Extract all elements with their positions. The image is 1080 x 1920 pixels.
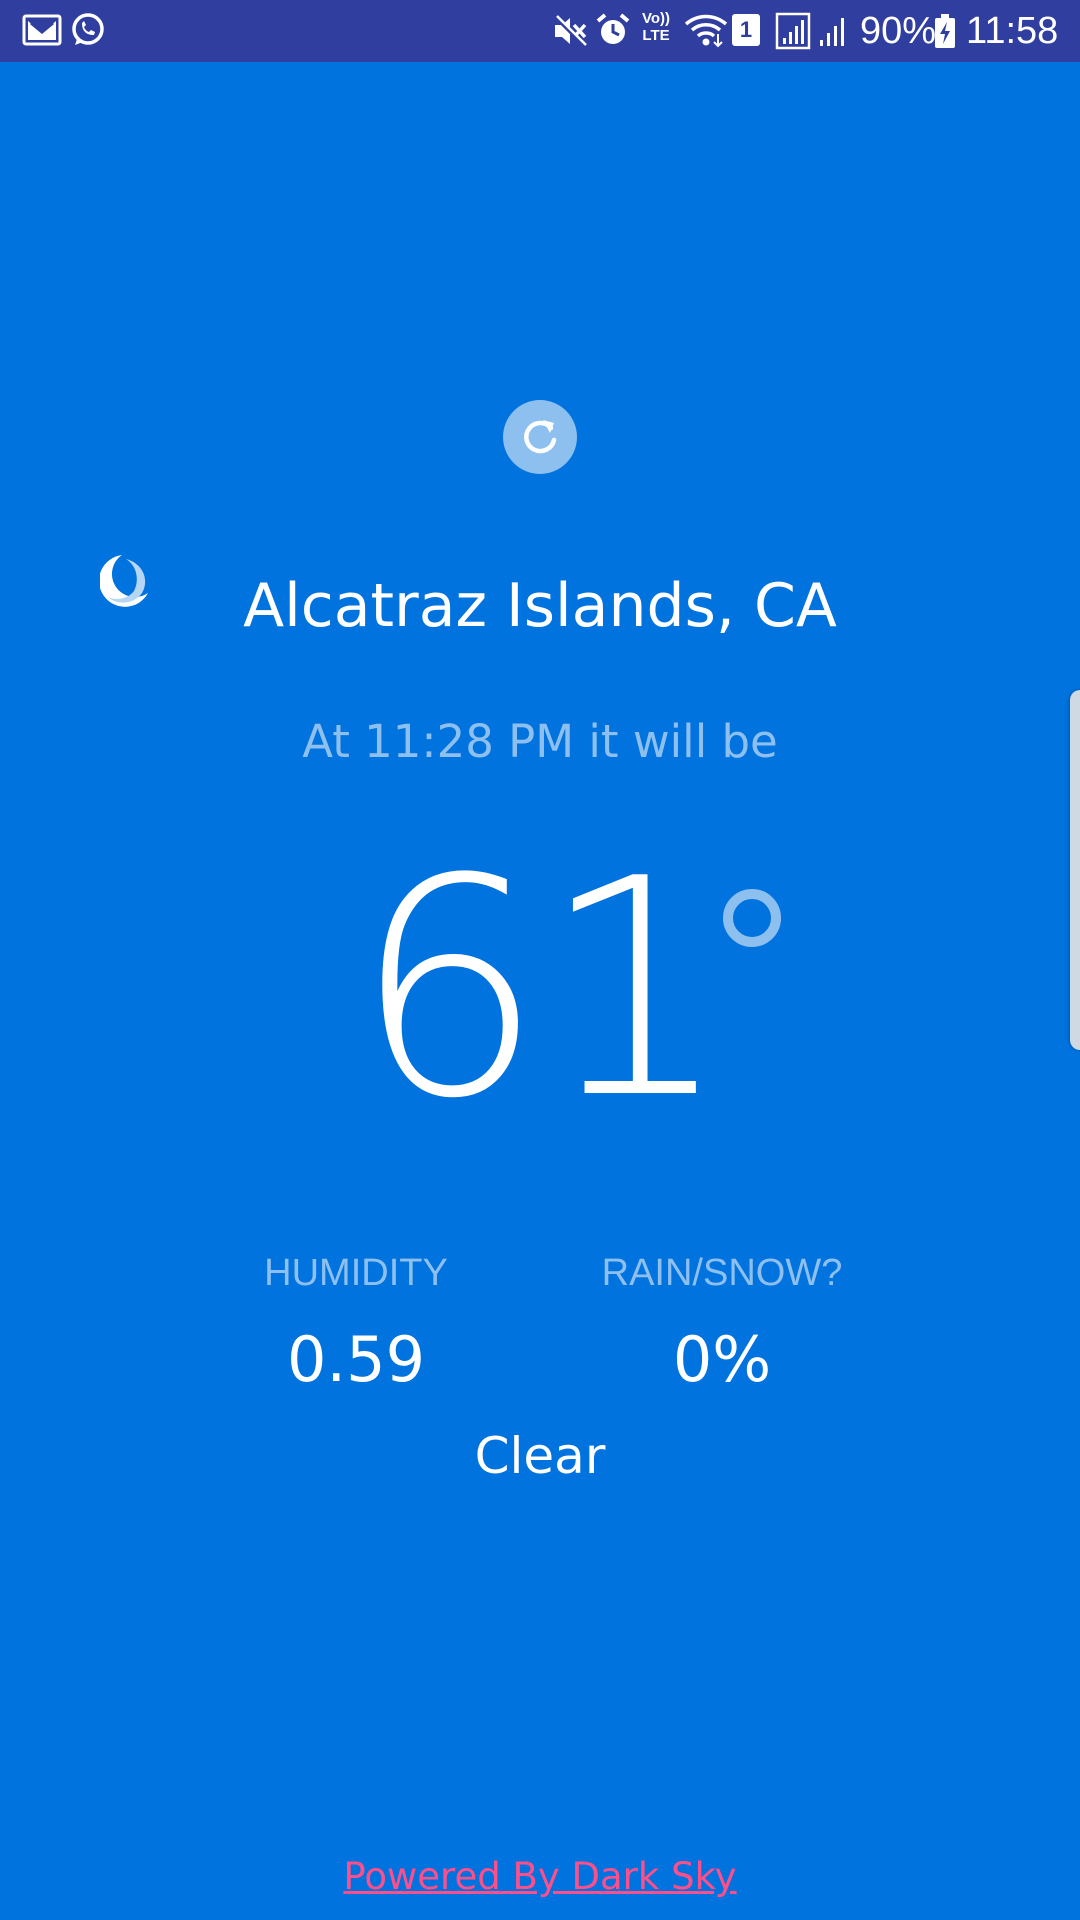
humidity-value: 0.59 [286,1323,426,1396]
volte-label: Vo)) [641,10,671,27]
temperature-value: 61 [353,815,731,1164]
lte-label: LTE [642,27,670,44]
mute-icon [552,14,588,48]
alarm-icon [595,12,631,48]
signal-icon [818,14,850,48]
refresh-button[interactable] [503,400,577,474]
signal-icon [775,12,811,50]
volte-icon: Vo)) LTE [638,10,674,44]
sim-icon: 1 [732,14,760,46]
weather-screen: Vo)) LTE 1 90% 11:58 Alcatraz Islands, C… [0,0,1080,1920]
gmail-icon [22,13,62,47]
status-bar: Vo)) LTE 1 90% 11:58 [0,0,1080,62]
refresh-icon [517,414,563,460]
status-time: 11:58 [966,10,1059,52]
forecast-time-text: At 11:28 PM it will be [302,715,778,768]
battery-percent: 90% [860,10,937,52]
wifi-icon [684,12,728,48]
whatsapp-icon [70,11,106,49]
edge-panel-handle[interactable] [1070,690,1080,1050]
precip-value: 0% [672,1323,772,1396]
humidity-label: HUMIDITY [264,1252,448,1294]
sim-slot-number: 1 [739,17,753,42]
degree-icon [720,886,784,950]
location-name: Alcatraz Islands, CA [243,571,837,641]
powered-by-dark-sky-link[interactable]: Powered By Dark Sky [0,1852,1080,1902]
battery-charging-icon [934,14,956,48]
weather-summary: Clear [474,1427,606,1485]
precip-label: RAIN/SNOW? [601,1252,843,1294]
